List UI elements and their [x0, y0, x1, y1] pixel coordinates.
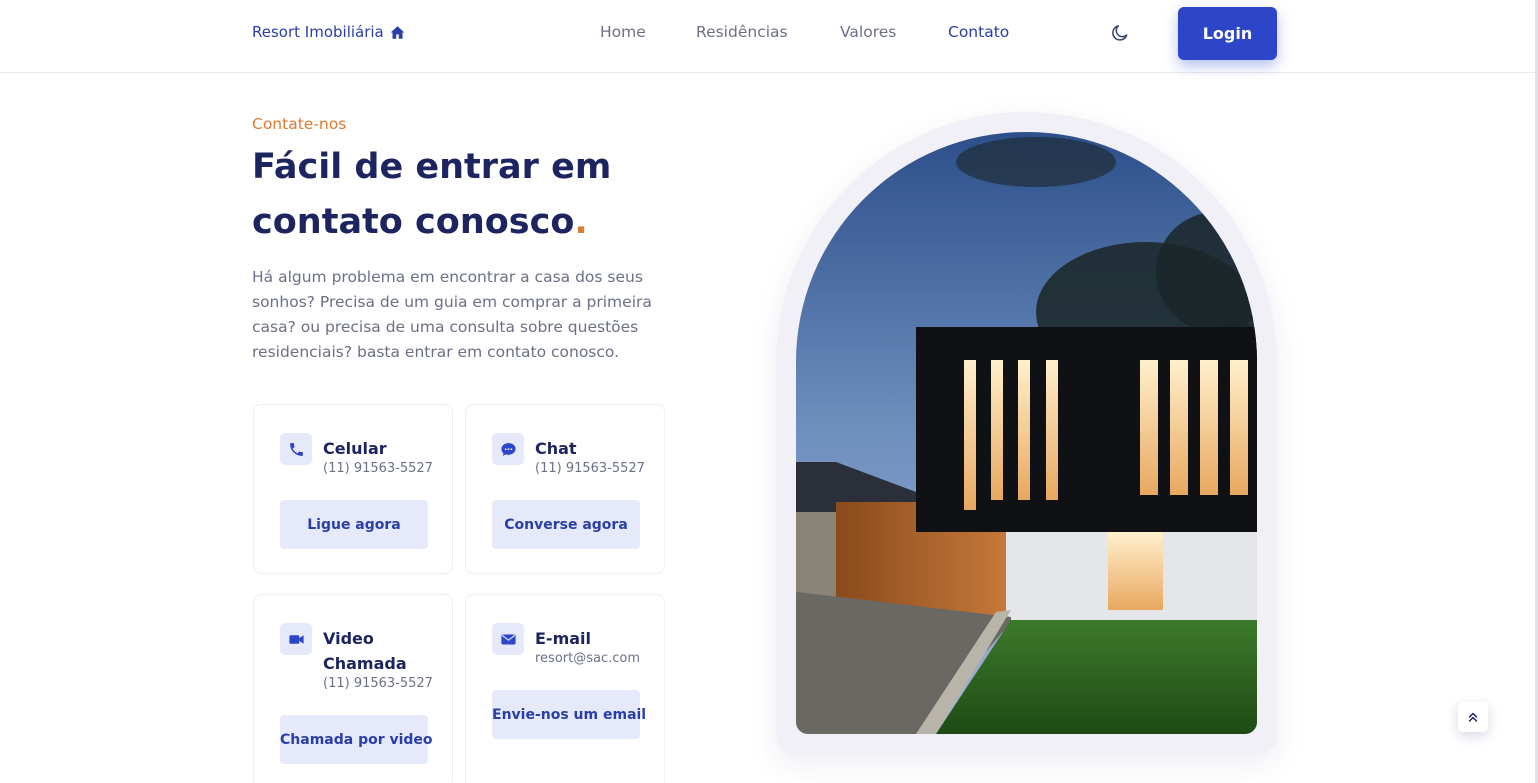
nav-valores[interactable]: Valores — [840, 23, 896, 41]
brand-name: Resort Imobiliária — [252, 23, 384, 41]
chevron-double-up-icon — [1468, 712, 1478, 722]
title-line-1: Fácil de entrar em — [252, 147, 612, 187]
title-line-2: contato conosco — [252, 202, 575, 242]
contact-card-video: Video Chamada (11) 91563-5527 Chamada po… — [253, 594, 453, 783]
chat-icon — [492, 433, 524, 465]
section-description: Há algum problema em encontrar a casa do… — [252, 268, 652, 361]
nav-contato[interactable]: Contato — [948, 23, 1009, 41]
section-kicker: Contate-nos — [252, 115, 347, 133]
login-button[interactable]: Login — [1178, 7, 1277, 60]
contact-value: resort@sac.com — [535, 651, 641, 666]
contact-value: (11) 91563-5527 — [323, 676, 433, 691]
top-navbar: Resort Imobiliária Home Residências Valo… — [0, 0, 1538, 73]
brand-logo[interactable]: Resort Imobiliária — [252, 23, 405, 41]
video-call-button[interactable]: Chamada por video — [280, 715, 433, 764]
contact-card-email: E-mail resort@sac.com Envie-nos um email — [465, 594, 665, 783]
video-icon — [280, 623, 312, 655]
call-now-button[interactable]: Ligue agora — [280, 500, 428, 549]
moon-icon[interactable] — [1110, 23, 1130, 43]
nav-home[interactable]: Home — [600, 23, 646, 41]
contact-label: Video Chamada — [323, 629, 407, 673]
nav-residencias[interactable]: Residências — [696, 23, 788, 41]
contact-value: (11) 91563-5527 — [535, 461, 645, 476]
phone-icon — [280, 433, 312, 465]
contact-label: Chat — [535, 439, 577, 458]
house-photo — [796, 132, 1257, 734]
email-icon — [492, 623, 524, 655]
scroll-to-top-button[interactable] — [1458, 702, 1488, 732]
contact-card-chat: Chat (11) 91563-5527 Converse agora — [465, 404, 665, 574]
house-icon — [390, 25, 405, 39]
title-dot: . — [574, 202, 588, 242]
contact-label: Celular — [323, 439, 387, 458]
contact-value: (11) 91563-5527 — [323, 461, 433, 476]
contact-card-celular: Celular (11) 91563-5527 Ligue agora — [253, 404, 453, 574]
chat-now-button[interactable]: Converse agora — [492, 500, 640, 549]
page-title: Fácil de entrar em contato conosco. — [252, 140, 712, 250]
contact-label: E-mail — [535, 629, 592, 648]
send-email-button[interactable]: Envie-nos um email — [492, 690, 646, 739]
